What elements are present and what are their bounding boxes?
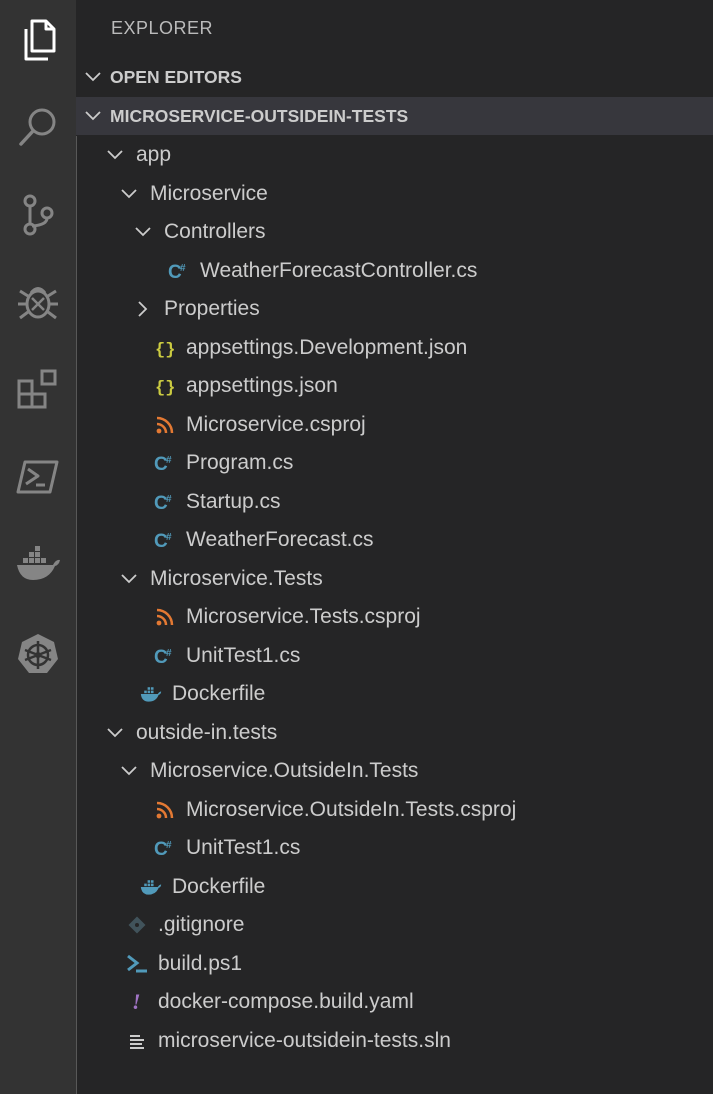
svg-text:#: #	[166, 494, 172, 505]
tree-file[interactable]: Microservice.OutsideIn.Tests.csproj	[76, 791, 713, 829]
rss-csproj-icon	[154, 801, 176, 819]
tree-item-label: docker-compose.build.yaml	[158, 990, 414, 1013]
tree-folder[interactable]: Microservice.Tests	[76, 560, 713, 598]
explorer-sidebar: EXPLORER OPEN EDITORS MICROSERVICE-OUTSI…	[76, 0, 713, 1094]
tree-item-label: Dockerfile	[172, 682, 266, 705]
tree-item-label: .gitignore	[158, 913, 245, 936]
tree-item-label: Properties	[164, 297, 260, 320]
solution-file-icon	[126, 1032, 148, 1050]
yaml-file-icon: !	[126, 991, 148, 1013]
tree-item-label: WeatherForecast.cs	[186, 528, 374, 551]
svg-text:{}: {}	[155, 341, 175, 359]
rss-csproj-icon	[154, 608, 176, 626]
chevron-down-icon	[76, 111, 110, 121]
search-icon[interactable]	[0, 92, 76, 162]
powershell-icon[interactable]	[0, 442, 76, 512]
tree-item-label: UnitTest1.cs	[186, 836, 301, 859]
svg-text:#: #	[166, 455, 172, 466]
tree-file[interactable]: {} appsettings.json	[76, 367, 713, 405]
tree-file[interactable]: microservice-outsidein-tests.sln	[76, 1022, 713, 1060]
csharp-file-icon: C #	[154, 837, 176, 859]
tree-item-label: Microservice.OutsideIn.Tests	[150, 759, 419, 782]
activity-bar	[0, 0, 76, 1094]
tree-folder[interactable]: app	[76, 136, 713, 174]
tree-item-label: Dockerfile	[172, 874, 266, 898]
svg-text:{}: {}	[155, 379, 175, 397]
project-section[interactable]: MICROSERVICE-OUTSIDEIN-TESTS	[76, 97, 713, 135]
source-control-icon[interactable]	[0, 180, 76, 250]
open-editors-section[interactable]: OPEN EDITORS	[76, 58, 713, 96]
svg-text:#: #	[180, 263, 186, 274]
tree-item-label: Microservice.OutsideIn.Tests.csproj	[186, 797, 517, 821]
tree-folder[interactable]: Properties	[76, 290, 713, 328]
csharp-file-icon: C #	[154, 452, 176, 474]
tree-file[interactable]: C # WeatherForecastController.cs	[76, 252, 713, 290]
csharp-file-icon: C #	[154, 645, 176, 667]
git-file-icon	[126, 915, 148, 935]
csharp-file-icon: C #	[168, 260, 190, 282]
explorer-icon[interactable]	[0, 5, 76, 75]
tree-file[interactable]: ! docker-compose.build.yaml	[76, 983, 713, 1021]
powershell-file-icon	[126, 954, 148, 974]
chevron-down-icon[interactable]	[116, 188, 142, 199]
chevron-down-icon[interactable]	[130, 227, 156, 237]
tree-file[interactable]: C # Startup.cs	[76, 483, 713, 521]
tree-file[interactable]: Microservice.csproj	[76, 406, 713, 444]
tree-item-label: app	[136, 143, 172, 166]
tree-item-label: Program.cs	[186, 451, 294, 474]
tree-item-label: microservice-outsidein-tests.sln	[158, 1028, 451, 1052]
tree-item-label: Controllers	[164, 220, 266, 243]
svg-text:#: #	[166, 840, 172, 851]
tree-item-label: Microservice.Tests.csproj	[186, 605, 421, 628]
tree-file[interactable]: C # UnitTest1.cs	[76, 829, 713, 867]
project-label: MICROSERVICE-OUTSIDEIN-TESTS	[110, 105, 409, 126]
csharp-file-icon: C #	[154, 491, 176, 513]
tree-item-label: build.ps1	[158, 951, 243, 975]
tree-item-label: outside-in.tests	[136, 720, 278, 744]
docker-icon[interactable]	[0, 530, 76, 600]
chevron-right-icon[interactable]	[130, 301, 156, 317]
svg-text:#: #	[166, 648, 172, 659]
tree-item-label: Startup.cs	[186, 489, 281, 513]
tree-file[interactable]: Dockerfile	[76, 675, 713, 713]
json-file-icon: {}	[154, 337, 176, 359]
tree-folder[interactable]: Controllers	[76, 213, 713, 251]
svg-text:!: !	[132, 991, 141, 1013]
chevron-down-icon[interactable]	[116, 766, 142, 776]
svg-text:#: #	[166, 532, 172, 543]
tree-item-label: UnitTest1.cs	[186, 643, 301, 667]
tree-file[interactable]: C # Program.cs	[76, 444, 713, 482]
tree-item-label: Microservice	[150, 181, 268, 205]
kubernetes-icon[interactable]	[0, 619, 76, 689]
tree-folder[interactable]: outside-in.tests	[76, 714, 713, 752]
open-editors-label: OPEN EDITORS	[110, 66, 242, 87]
tree-item-label: WeatherForecastController.cs	[200, 258, 478, 282]
tree-file[interactable]: build.ps1	[76, 945, 713, 983]
tree-file[interactable]: C # UnitTest1.cs	[76, 637, 713, 675]
extensions-icon[interactable]	[0, 355, 76, 425]
chevron-down-icon[interactable]	[116, 573, 142, 584]
chevron-down-icon[interactable]	[102, 150, 128, 160]
csharp-file-icon: C #	[154, 529, 176, 551]
tree-file[interactable]: C # WeatherForecast.cs	[76, 521, 713, 559]
docker-file-icon	[140, 877, 162, 897]
tree-folder[interactable]: Microservice.OutsideIn.Tests	[76, 752, 713, 790]
tree-file[interactable]: .gitignore	[76, 906, 713, 944]
sidebar-title: EXPLORER	[111, 18, 214, 38]
tree-item-label: Microservice.csproj	[186, 412, 366, 436]
tree-file[interactable]: Dockerfile	[76, 868, 713, 906]
tree-item-label: appsettings.Development.json	[186, 335, 468, 359]
tree-folder[interactable]: Microservice	[76, 175, 713, 213]
debug-icon[interactable]	[0, 267, 76, 337]
tree-item-label: Microservice.Tests	[150, 566, 323, 590]
json-file-icon: {}	[154, 375, 176, 397]
chevron-down-icon[interactable]	[102, 727, 128, 738]
chevron-down-icon	[76, 72, 110, 82]
docker-file-icon	[140, 684, 162, 704]
tree-item-label: appsettings.json	[186, 374, 338, 397]
tree-file[interactable]: Microservice.Tests.csproj	[76, 598, 713, 636]
rss-csproj-icon	[154, 416, 176, 434]
tree-file[interactable]: {} appsettings.Development.json	[76, 329, 713, 367]
